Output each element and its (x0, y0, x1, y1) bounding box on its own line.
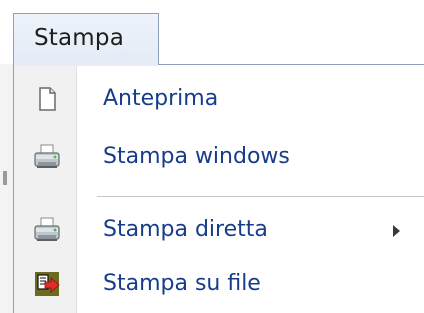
export-file-icon (32, 269, 62, 299)
menu-item-label: Stampa diretta (103, 217, 268, 242)
menu-item-label: Stampa su file (103, 271, 261, 296)
menu-item-label: Stampa windows (103, 144, 290, 169)
window-left-edge (0, 64, 13, 313)
submenu-arrow-icon (393, 225, 400, 237)
tab-join (14, 63, 158, 66)
menu-item-label: Anteprima (103, 86, 219, 111)
menu-separator (97, 196, 424, 197)
edge-marker (3, 171, 7, 185)
menu-item-stampa-su-file[interactable]: Stampa su file (14, 260, 424, 310)
print-dropdown-menu: Anteprima Stampa windows Stampa diretta … (13, 64, 424, 313)
printer-icon (32, 142, 62, 172)
printer-icon (32, 215, 62, 245)
menu-item-stampa-windows[interactable]: Stampa windows (14, 133, 424, 183)
menu-item-anteprima[interactable]: Anteprima (14, 75, 424, 125)
document-icon (32, 84, 62, 114)
menu-stampa-label: Stampa (34, 25, 125, 51)
menu-stampa-tab[interactable]: Stampa (13, 13, 159, 65)
menu-item-stampa-diretta[interactable]: Stampa diretta (14, 206, 424, 256)
print-menu-screenshot: Stampa Anteprima Stampa windows Stampa d… (0, 0, 424, 313)
